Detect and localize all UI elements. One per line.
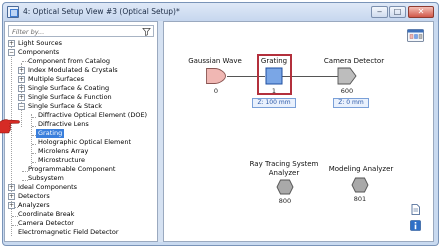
- filter-placeholder: Filter by...: [12, 27, 45, 36]
- expand-toggle[interactable]: +: [18, 85, 25, 92]
- component-number: 1: [271, 87, 277, 95]
- collapse-toggle[interactable]: −: [18, 103, 25, 110]
- tree-item-label: Detectors: [18, 192, 50, 200]
- tree-item-single-surface-stack[interactable]: − Single Surface & Stack: [18, 102, 148, 111]
- tree-item-label: Microstructure: [38, 156, 85, 164]
- tree-item-label: Grating: [36, 129, 65, 138]
- tree-item-doe[interactable]: Diffractive Optical Element (DOE): [28, 111, 156, 120]
- tree-item-label: Components: [18, 48, 60, 56]
- expand-toggle[interactable]: +: [8, 193, 15, 200]
- tree-item-label: Single Surface & Coating: [28, 84, 110, 92]
- collapse-toggle[interactable]: −: [8, 49, 15, 56]
- tree-item-label: Diffractive Optical Element (DOE): [38, 111, 148, 119]
- tree-item-programmable-component[interactable]: Programmable Component: [18, 165, 148, 174]
- component-catalog-panel: Filter by... + Light Sources − Component…: [4, 21, 158, 242]
- tree-item-single-surface-function[interactable]: + Single Surface & Function: [18, 93, 148, 102]
- maximize-button[interactable]: □: [389, 6, 406, 18]
- tree-item-label: Holographic Optical Element: [38, 138, 132, 146]
- tree-item-analyzers[interactable]: + Analyzers: [8, 201, 148, 210]
- expand-toggle[interactable]: +: [18, 94, 25, 101]
- tree-item-coordinate-break[interactable]: Coordinate Break: [8, 210, 148, 219]
- tree-item-holographic-optical-element[interactable]: Holographic Optical Element: [28, 138, 148, 147]
- tree-item-label: Ideal Components: [18, 183, 78, 191]
- tree-item-label: Single Surface & Function: [28, 93, 112, 101]
- expand-toggle[interactable]: +: [8, 202, 15, 209]
- tree-item-subsystem[interactable]: Subsystem: [18, 174, 148, 183]
- tree-item-label: Electromagnetic Field Detector: [18, 228, 119, 236]
- component-title-line1: Ray Tracing System: [249, 160, 319, 168]
- filter-input[interactable]: Filter by...: [8, 25, 154, 37]
- grating-component[interactable]: [265, 67, 283, 85]
- tree-item-electromagnetic-field-detector[interactable]: Electromagnetic Field Detector: [8, 228, 154, 237]
- tree-item-label: Microlens Array: [38, 147, 89, 155]
- expand-toggle[interactable]: +: [18, 76, 25, 83]
- component-number: 600: [340, 87, 354, 95]
- tree-item-camera-detector[interactable]: Camera Detector: [8, 219, 148, 228]
- component-title: Grating: [260, 57, 288, 65]
- tree-item-label: Component from Catalog: [28, 57, 110, 65]
- tree-item-ideal-components[interactable]: + Ideal Components: [8, 183, 148, 192]
- tree-item-multiple-surfaces[interactable]: + Multiple Surfaces: [18, 75, 148, 84]
- tree-item-label: Subsystem: [28, 174, 64, 182]
- component-title: Gaussian Wave: [188, 57, 242, 65]
- tree-item-detectors[interactable]: + Detectors: [8, 192, 148, 201]
- close-button[interactable]: ✕: [408, 6, 434, 18]
- component-title: Modeling Analyzer: [328, 165, 394, 173]
- tree-item-label: Programmable Component: [28, 165, 116, 173]
- component-title-line2: Analyzer: [268, 169, 300, 177]
- minimize-button[interactable]: ‒: [371, 6, 388, 18]
- tree-item-grating[interactable]: Grating: [28, 129, 148, 138]
- filter-icon[interactable]: [142, 27, 151, 36]
- gaussian-wave-source[interactable]: [205, 67, 227, 85]
- tree-item-label: Diffractive Lens: [38, 120, 89, 128]
- expand-toggle[interactable]: +: [8, 40, 15, 47]
- distance-label[interactable]: Z: 0 mm: [333, 98, 369, 108]
- tree-item-single-surface-coating[interactable]: + Single Surface & Coating: [18, 84, 148, 93]
- modeling-analyzer-component[interactable]: [351, 177, 369, 193]
- document-icon[interactable]: [410, 204, 421, 215]
- tree-item-label: Index Modulated & Crystals: [28, 66, 118, 74]
- expand-toggle[interactable]: +: [8, 184, 15, 191]
- component-number: 800: [278, 197, 292, 205]
- component-tree: + Light Sources − Components Component f…: [8, 39, 158, 241]
- optical-setup-canvas[interactable]: Gaussian Wave 0 Grating 1 Z: 100 mm Came…: [163, 21, 434, 242]
- ray-tracing-analyzer-component[interactable]: [276, 179, 294, 195]
- window-title: 4: Optical Setup View #3 (Optical Setup)…: [23, 7, 180, 16]
- tree-item-microlens-array[interactable]: Microlens Array: [28, 147, 148, 156]
- tree-item-component-from-catalog[interactable]: Component from Catalog: [18, 57, 148, 66]
- tree-item-microstructure[interactable]: Microstructure: [28, 156, 148, 165]
- component-title: Camera Detector: [323, 57, 385, 65]
- component-number: 801: [353, 195, 367, 203]
- component-number: 0: [213, 87, 219, 95]
- app-icon: [7, 6, 19, 18]
- tree-item-label: Camera Detector: [18, 219, 74, 227]
- tree-item-light-sources[interactable]: + Light Sources: [8, 39, 148, 48]
- title-bar[interactable]: 4: Optical Setup View #3 (Optical Setup)…: [3, 3, 438, 22]
- tree-item-components[interactable]: − Components: [8, 48, 148, 57]
- tree-item-label: Analyzers: [18, 201, 50, 209]
- camera-detector-component[interactable]: [337, 67, 357, 85]
- pointing-hand-icon: [0, 119, 20, 134]
- tree-item-label: Single Surface & Stack: [28, 102, 103, 110]
- optical-setup-icon[interactable]: [407, 29, 424, 42]
- info-icon[interactable]: [410, 220, 421, 231]
- tree-item-label: Coordinate Break: [18, 210, 75, 218]
- tree-item-diffractive-lens[interactable]: Diffractive Lens: [28, 120, 148, 129]
- expand-toggle[interactable]: +: [18, 67, 25, 74]
- distance-label[interactable]: Z: 100 mm: [252, 98, 296, 108]
- tree-item-index-modulated[interactable]: + Index Modulated & Crystals: [18, 66, 148, 75]
- tree-item-label: Light Sources: [18, 39, 62, 47]
- tree-item-label: Multiple Surfaces: [28, 75, 85, 83]
